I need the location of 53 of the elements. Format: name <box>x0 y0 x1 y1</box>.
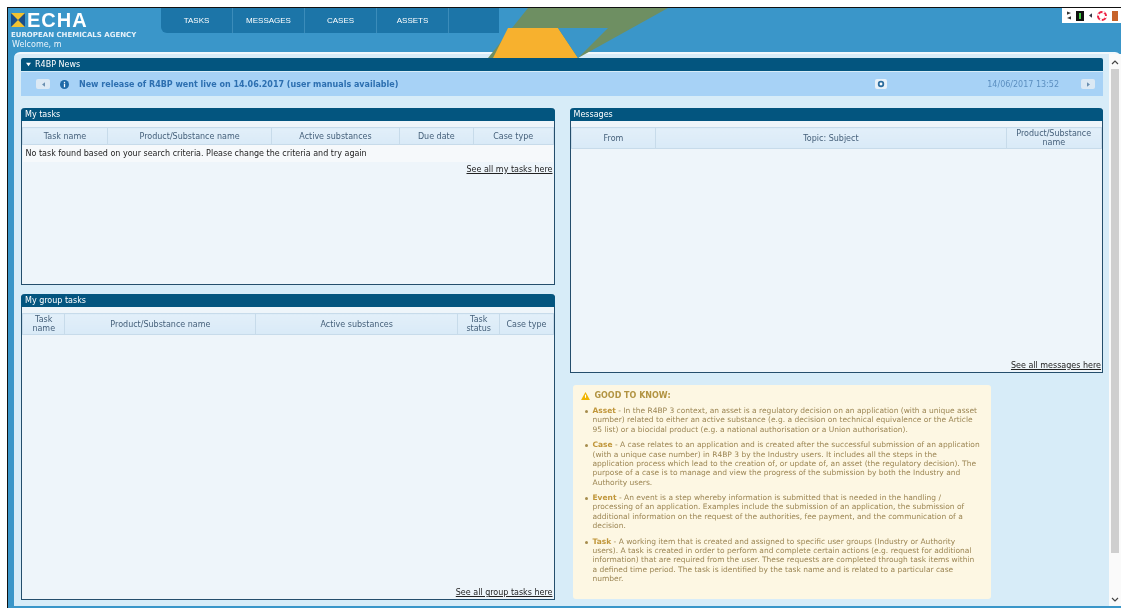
column-header[interactable]: Product/Substance name <box>107 127 272 145</box>
settings-icon <box>877 80 886 88</box>
column-header[interactable]: Topic: Subject <box>655 127 1006 149</box>
nav-tab[interactable]: ASSETS <box>377 8 449 33</box>
scroll-thumb[interactable] <box>1111 69 1119 553</box>
news-title: R4BP News <box>35 60 81 69</box>
warning-icon <box>580 391 590 400</box>
column-header[interactable]: Product/Substance name <box>64 313 256 335</box>
caret-icon <box>41 81 45 87</box>
lifebuoy-icon[interactable] <box>1097 10 1107 21</box>
see-all-link[interactable]: See all my tasks here <box>466 165 553 174</box>
previous-button[interactable] <box>36 79 50 89</box>
see-all-link[interactable]: See all group tasks here <box>455 588 553 597</box>
caret-icon[interactable] <box>1089 13 1092 18</box>
column-header[interactable]: Case type <box>473 127 553 145</box>
nav-tab[interactable]: TASKS <box>161 8 233 33</box>
column-header[interactable]: Task name <box>22 127 108 145</box>
column-header[interactable]: Task status <box>457 313 500 335</box>
nav-tab[interactable]: CASES <box>305 8 377 33</box>
column-header[interactable]: Due date <box>399 127 474 145</box>
column-header[interactable]: Active substances <box>255 313 458 335</box>
scroll-up-icon[interactable] <box>1111 60 1119 65</box>
settings-button[interactable] <box>875 79 888 89</box>
column-header[interactable]: Active substances <box>271 127 400 145</box>
column-header[interactable]: Product/Substance name <box>1006 127 1102 149</box>
column-header[interactable]: From <box>571 127 656 149</box>
info-icon <box>60 79 69 89</box>
see-all-link[interactable]: See all messages here <box>1010 361 1101 370</box>
bullet-icon <box>584 444 588 448</box>
news-message[interactable]: New release of R4BP went live on 14.06.2017 (user manuals available) <box>79 79 399 89</box>
scrollbar[interactable] <box>1109 54 1121 606</box>
column-header[interactable]: Task name <box>22 313 65 335</box>
logo-wordmark: ECHA <box>27 10 88 30</box>
bullet-icon <box>584 497 588 500</box>
caret-icon <box>1086 81 1090 87</box>
next-button[interactable] <box>1081 79 1095 89</box>
door-icon[interactable] <box>1112 10 1118 21</box>
column-header[interactable]: Case type <box>499 313 553 335</box>
info-title: GOOD TO KNOW: <box>594 391 671 400</box>
bullet-icon <box>584 410 588 413</box>
news-header[interactable]: R4BP News <box>21 58 1103 71</box>
arrows-icon[interactable] <box>1067 11 1071 20</box>
news-date: 14/06/2017 13:52 <box>987 79 1059 89</box>
panel-title: My tasks <box>21 108 555 121</box>
logo-icon <box>11 13 25 27</box>
triangle-icon[interactable] <box>26 62 31 67</box>
panel-title: My group tasks <box>21 294 555 307</box>
app-icon[interactable] <box>1076 10 1084 21</box>
nav-tab[interactable]: MESSAGES <box>233 8 305 33</box>
scroll-down-icon[interactable] <box>1111 597 1119 602</box>
welcome-text: Welcome, m <box>11 40 63 49</box>
panel-title: Messages <box>569 108 1103 121</box>
bullet-icon <box>584 540 588 544</box>
